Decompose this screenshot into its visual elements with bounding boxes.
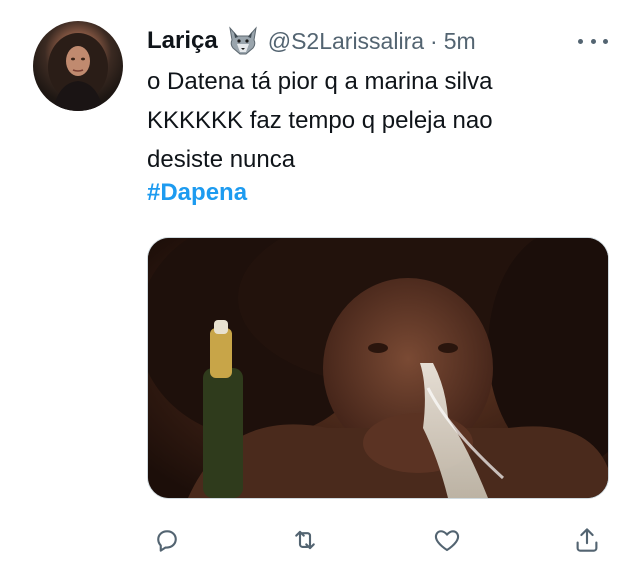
more-options-icon[interactable]: [578, 31, 608, 51]
tweet-text-line: desiste nunca: [147, 146, 296, 173]
tweet-action-bar: [147, 520, 607, 560]
tweet-text: o Datena tá pior q a marina silva KKKKKK…: [147, 62, 617, 179]
reply-icon[interactable]: [147, 520, 187, 560]
retweet-icon[interactable]: [285, 520, 325, 560]
tweet-text-line: KKKKKK faz tempo q peleja nao: [147, 107, 493, 134]
tweet-media-image[interactable]: [147, 237, 609, 499]
author-display-name[interactable]: Lariça: [147, 27, 218, 55]
wolf-emoji-icon: [226, 26, 260, 56]
author-handle[interactable]: @S2Larissalira: [268, 28, 424, 55]
tweet-timestamp[interactable]: 5m: [444, 28, 476, 55]
share-icon[interactable]: [567, 520, 607, 560]
tweet-text-line: o Datena tá pior q a marina silva: [147, 68, 493, 95]
author-avatar[interactable]: [33, 21, 123, 111]
heart-icon[interactable]: [427, 520, 467, 560]
tweet-header: Lariça @S2Larissalira · 5m: [147, 24, 476, 58]
hashtag-link[interactable]: #Dapena: [147, 179, 247, 207]
header-separator: ·: [430, 27, 438, 54]
